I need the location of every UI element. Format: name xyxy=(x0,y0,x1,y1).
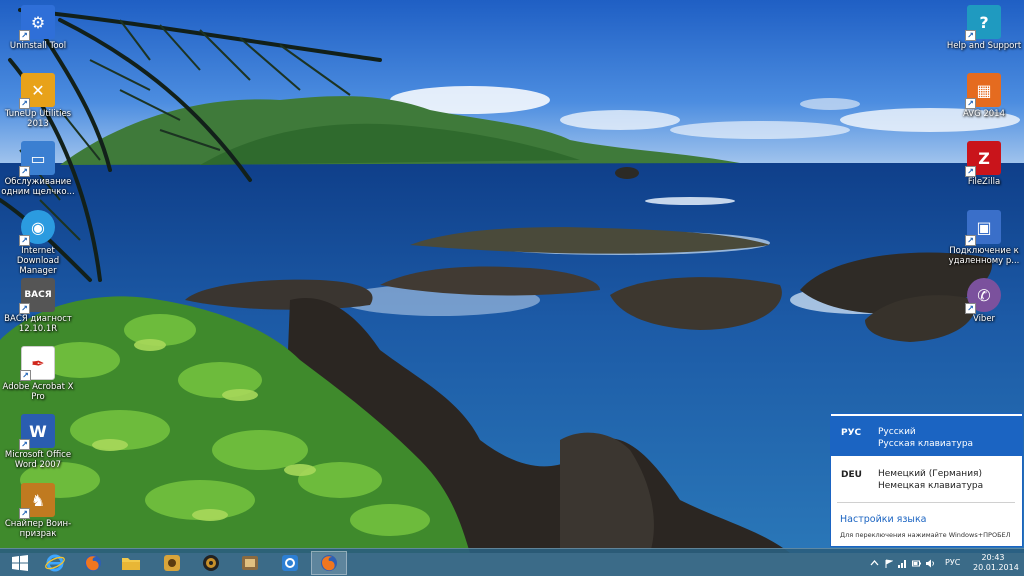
desktop-icon-one-click-maintenance[interactable]: ▭ ↗ Обслуживание одним щелчко... xyxy=(0,141,76,197)
shortcut-arrow-icon: ↗ xyxy=(20,370,31,381)
desktop-icon-label: AVG 2014 xyxy=(962,109,1005,119)
folder-icon xyxy=(122,558,140,570)
desktop-icon-label: Uninstall Tool xyxy=(9,41,67,51)
speaker-app-icon xyxy=(203,555,219,571)
flag-icon[interactable] xyxy=(884,559,893,568)
taskbar-app-5[interactable] xyxy=(193,551,229,575)
desktop-icon-uninstall-tool[interactable]: ⚙ ↗ Uninstall Tool xyxy=(0,5,76,51)
word-icon: W ↗ xyxy=(19,414,55,450)
taskbar-internet-explorer[interactable] xyxy=(37,551,73,575)
keyboard-layout-text: Немецкая клавиатура xyxy=(878,481,984,491)
taskbar-firefox-running[interactable] xyxy=(311,551,347,575)
film-app-icon xyxy=(242,556,258,570)
desktop-icon-label: FileZilla xyxy=(967,177,1001,187)
keyboard-layout-text: Русская клавиатура xyxy=(878,439,974,449)
remote-desktop-icon: ▣ ↗ xyxy=(965,210,1001,246)
shortcut-arrow-icon: ↗ xyxy=(19,235,30,246)
adobe-acrobat-icon: ✒ ↗ xyxy=(20,346,55,381)
desktop-icon-word-2007[interactable]: W ↗ Microsoft Office Word 2007 xyxy=(0,414,76,470)
language-name: Русский Русская клавиатура xyxy=(878,426,973,450)
desktop-icon-label: Обслуживание одним щелчко... xyxy=(1,177,75,197)
desktop-icon-label: Internet Download Manager xyxy=(16,246,60,276)
vasya-glyph: ВАСЯ xyxy=(24,290,52,300)
firefox-icon xyxy=(85,555,101,571)
language-settings-link[interactable]: Настройки языка xyxy=(840,514,927,525)
windows-logo-icon xyxy=(12,555,28,571)
help-support-icon: ? ↗ xyxy=(965,5,1001,41)
idm-globe-icon: ◉ ↗ xyxy=(19,210,55,246)
desktop-icon-vasya-diagnost[interactable]: ВАСЯ ↗ ВАСЯ диагност 12.10.1R xyxy=(0,278,76,334)
taskbar-app-7[interactable] xyxy=(272,551,308,575)
desktop-icon-label: Подключение к удаленному р... xyxy=(948,246,1020,266)
shortcut-arrow-icon: ↗ xyxy=(19,508,30,519)
avg-antivirus-icon: ▦ ↗ xyxy=(965,73,1001,109)
tuneup-utilities-icon: ✕ ↗ xyxy=(19,73,55,109)
clock[interactable]: 20:43 20.01.2014 xyxy=(973,553,1019,573)
shortcut-arrow-icon: ↗ xyxy=(965,303,976,314)
shortcut-arrow-icon: ↗ xyxy=(965,166,976,177)
desktop-icon-help-support[interactable]: ? ↗ Help and Support xyxy=(946,5,1022,51)
desktop-icon-label: Help and Support xyxy=(946,41,1022,51)
shortcut-arrow-icon: ↗ xyxy=(19,303,30,314)
firefox-icon xyxy=(321,555,337,571)
shortcut-arrow-icon: ↗ xyxy=(19,98,30,109)
viber-icon: ✆ ↗ xyxy=(965,278,1001,314)
desktop-icon-label: Microsoft Office Word 2007 xyxy=(4,450,72,470)
language-code: DEU xyxy=(841,470,862,480)
desktop-icon-sniper-game[interactable]: ♞ ↗ Снайпер Воин-призрак xyxy=(0,483,76,539)
uninstall-tool-icon: ⚙ ↗ xyxy=(19,5,55,41)
shortcut-arrow-icon: ↗ xyxy=(965,30,976,41)
one-click-maintenance-icon: ▭ ↗ xyxy=(19,141,55,177)
battery-icon[interactable] xyxy=(912,559,921,568)
desktop-icon-label: Adobe Acrobat X Pro xyxy=(2,382,74,402)
desktop-icon-label: Снайпер Воин-призрак xyxy=(4,519,72,539)
taskbar: РУС 20:43 20.01.2014 xyxy=(0,548,1024,576)
desktop-icon-adobe-acrobat[interactable]: ✒ ↗ Adobe Acrobat X Pro xyxy=(0,346,76,402)
input-language-indicator[interactable]: РУС xyxy=(945,558,960,567)
sniper-game-icon: ♞ ↗ xyxy=(19,483,55,519)
language-name-text: Немецкий (Германия) xyxy=(878,469,982,479)
desktop-icon-remote-desktop[interactable]: ▣ ↗ Подключение к удаленному р... xyxy=(946,210,1022,266)
taskbar-app-6[interactable] xyxy=(232,551,268,575)
filezilla-icon: Z ↗ xyxy=(965,141,1001,177)
taskbar-file-explorer[interactable] xyxy=(113,551,149,575)
shortcut-arrow-icon: ↗ xyxy=(965,235,976,246)
desktop-icon-label: TuneUp Utilities 2013 xyxy=(4,109,72,129)
desktop-icon-filezilla[interactable]: Z ↗ FileZilla xyxy=(946,141,1022,187)
shortcut-arrow-icon: ↗ xyxy=(965,98,976,109)
desktop-icon-internet-download-manager[interactable]: ◉ ↗ Internet Download Manager xyxy=(0,210,76,276)
desktop-icon-label: ВАСЯ диагност 12.10.1R xyxy=(4,314,72,334)
language-code: РУС xyxy=(841,428,862,438)
language-switcher-flyout: РУС Русский Русская клавиатура DEU Немец… xyxy=(830,413,1023,547)
language-option-german[interactable]: DEU Немецкий (Германия) Немецкая клавиат… xyxy=(831,458,1022,498)
language-name-text: Русский xyxy=(878,427,916,437)
vasya-diagnost-icon: ВАСЯ ↗ xyxy=(19,278,55,314)
language-switch-hint: Для переключения нажимайте Windows+ПРОБЕ… xyxy=(840,531,1011,539)
desktop-icon-tuneup-utilities[interactable]: ✕ ↗ TuneUp Utilities 2013 xyxy=(0,73,76,129)
desktop-icon-viber[interactable]: ✆ ↗ Viber xyxy=(946,278,1022,324)
media-app-icon xyxy=(164,555,180,571)
internet-explorer-icon xyxy=(45,554,65,572)
network-signal-icon[interactable] xyxy=(898,559,907,568)
clock-time: 20:43 xyxy=(981,553,1005,562)
shortcut-arrow-icon: ↗ xyxy=(19,30,30,41)
show-hidden-icons-icon[interactable] xyxy=(870,559,879,568)
desktop-icon-label: Viber xyxy=(972,314,996,324)
taskbar-firefox[interactable] xyxy=(75,551,111,575)
start-button[interactable] xyxy=(2,551,38,575)
language-name: Немецкий (Германия) Немецкая клавиатура xyxy=(878,468,983,492)
taskbar-app-4[interactable] xyxy=(154,551,190,575)
shortcut-arrow-icon: ↗ xyxy=(19,439,30,450)
clock-date: 20.01.2014 xyxy=(973,563,1019,572)
settings-app-icon xyxy=(282,555,298,571)
shortcut-arrow-icon: ↗ xyxy=(19,166,30,177)
volume-icon[interactable] xyxy=(926,559,935,568)
language-option-russian[interactable]: РУС Русский Русская клавиатура xyxy=(831,416,1022,456)
flyout-divider xyxy=(837,502,1015,503)
desktop-icon-avg[interactable]: ▦ ↗ AVG 2014 xyxy=(946,73,1022,119)
